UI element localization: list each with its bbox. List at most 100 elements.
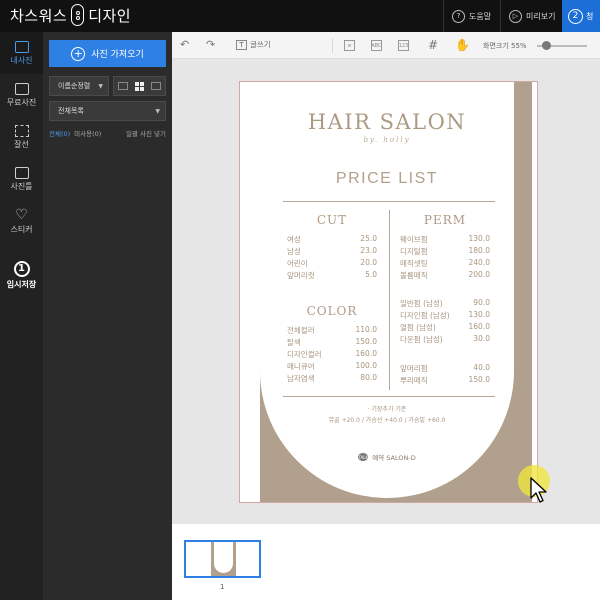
list-item: 앞머리펌 40.0 [400,363,490,373]
rail-item-frames[interactable]: 사진틀 [0,158,43,200]
arch-shape [260,88,514,498]
app-logo: 차스워스 디자인 [10,4,131,26]
view-toggle[interactable] [113,76,166,96]
text-tool-button[interactable]: T 글쓰기 [236,39,271,50]
app-title-left: 차스워스 [10,6,68,25]
help-button[interactable]: ? 도움말 [443,0,500,32]
page-thumbnail-strip: 1 [172,524,600,600]
text-icon: T [236,39,247,50]
design-page[interactable]: HAIR SALON by. holly PRICE LIST CUT 여성 25… [239,81,538,503]
filter-all-link[interactable]: 전체(0) [49,128,70,138]
filter-unused-link[interactable]: 미사용(0) [74,128,101,138]
step-2-button[interactable]: 2 청 [562,0,600,32]
chevron-down-icon: ▼ [98,83,103,90]
list-item: 여성 25.0 [287,234,377,244]
bulk-insert-link[interactable]: 일괄 사진 넣기 [126,128,166,138]
divider-line [389,210,390,390]
step-label: 청 [586,11,594,21]
folder-value: 전체목록 [58,107,84,115]
zoom-value: 55% [511,42,527,50]
grid-view-icon[interactable] [134,81,144,91]
booking-line: TALK 예약 SALON-D [260,452,514,462]
sort-value: 이름순정렬 [58,82,91,90]
editor-toolbar: ↶ ↷ T 글쓰기 ≡ ABC 123 # ✋ 화면크기 55% [172,32,600,59]
step-number-icon: 2 [568,8,583,24]
grid-icon[interactable]: # [428,38,438,52]
preview-button[interactable]: ▷ 미리보기 [500,0,562,32]
left-tool-rail: 내사진 무료사진 잘선 사진틀 ♡ 스티커 1 임시저장 [0,32,43,600]
list-item: 디지털펌 180.0 [400,246,490,256]
list-item: 탈색 150.0 [287,337,377,347]
list-item: 매직셋팅 240.0 [400,258,490,268]
mouse-pointer-icon [530,477,547,503]
rail-item-stickers[interactable]: ♡ 스티커 [0,200,43,242]
photo-panel: + 사진 가져오기 이름순정렬 ▼ 전체목록 ▼ 전체(0) 미사용(0) 일괄… [43,32,172,600]
chevron-down-icon: ▼ [155,108,160,115]
color-section-title: COLOR [306,304,358,318]
redo-icon[interactable]: ↷ [206,38,215,52]
image-text-icon[interactable]: ABC [371,40,382,51]
page-number: 1 [220,583,225,591]
cut-price-list: 여성 25.0 남성 23.0 어린이 20.0 앞머리컷 5.0 [287,234,377,282]
help-label: 도움말 [469,11,492,21]
color-price-list: 전체컬러 110.0 탈색 150.0 디자인컬러 160.0 매니큐어 100.0 남… [287,325,377,385]
list-item: 매니큐어 100.0 [287,361,377,371]
photo-icon [14,40,29,53]
folder-select[interactable]: 전체목록 ▼ [49,101,166,121]
list-item: 열펌 (남성) 160.0 [400,322,490,332]
list-item: 디자인펌 (남성) 130.0 [400,310,490,320]
hand-icon[interactable]: ✋ [455,38,470,52]
rail-label: 잘선 [14,139,29,149]
plus-icon: + [71,46,86,61]
rail-label: 무료사진 [6,97,37,107]
save-number-icon: 1 [13,260,30,277]
cut-section-title: CUT [316,213,348,227]
divider-line [283,201,495,202]
import-photos-button[interactable]: + 사진 가져오기 [49,40,166,67]
list-item: 일반펌 (남성) 90.0 [400,298,490,308]
crop-icon [14,124,29,137]
list-view-icon[interactable] [117,82,128,90]
rail-item-my-photos[interactable]: 내사진 [0,32,43,74]
large-view-icon[interactable] [151,82,162,90]
kakaotalk-icon: TALK [358,453,369,461]
rail-item-temp-save[interactable]: 1 임시저장 [0,254,43,296]
page-thumbnail[interactable] [184,540,261,578]
heart-icon: ♡ [15,206,28,223]
design-subtitle: by. holly [363,136,411,144]
rail-item-free-photos[interactable]: 무료사진 [0,74,43,116]
sort-select[interactable]: 이름순정렬 ▼ [49,76,109,96]
list-item: 볼륨매직 200.0 [400,270,490,280]
photo-filter-row: 전체(0) 미사용(0) 일괄 사진 넣기 [49,128,166,138]
price-list-title: PRICE LIST [335,170,439,187]
list-item: 뿌리매직 150.0 [400,375,490,385]
app-title-right: 디자인 [88,6,132,25]
logo-mark-icon [71,4,85,26]
design-canvas: HAIR SALON by. holly PRICE LIST CUT 여성 25… [172,59,600,524]
free-photo-icon [14,82,29,95]
list-item: 디자인컬러 160.0 [287,349,377,359]
list-item: 남성 23.0 [287,246,377,256]
text-box-icon[interactable]: 123 [398,40,409,51]
rail-item-crop[interactable]: 잘선 [0,116,43,158]
design-title: HAIR SALON [307,110,467,134]
booking-text: 예약 SALON-D [372,454,416,462]
list-item: 남자염색 80.0 [287,373,377,383]
rail-label: 임시저장 [6,279,37,289]
preview-label: 미리보기 [526,11,556,21]
undo-icon[interactable]: ↶ [180,38,189,52]
extra-price-list: 앞머리펌 40.0 뿌리매직 150.0 [400,363,490,387]
question-icon: ? [452,9,465,23]
top-bar: 차스워스 디자인 ? 도움말 ▷ 미리보기 2 청 [0,0,600,32]
perm-section-title: PERM [423,213,467,227]
document-icon[interactable]: ≡ [344,40,355,51]
list-item: 앞머리컷 5.0 [287,270,377,280]
zoom-slider-handle[interactable] [542,41,551,50]
rail-label: 스티커 [10,224,33,234]
list-item: 다운펌 (남성) 30.0 [400,334,490,344]
list-item: 어린이 20.0 [287,258,377,268]
men-perm-price-list: 일반펌 (남성) 90.0 디자인펌 (남성) 130.0 열펌 (남성) 160.0… [400,298,490,346]
frame-icon [14,166,29,179]
list-item: 전체컬러 110.0 [287,325,377,335]
length-note: · 기장추가 기준 [367,406,407,413]
